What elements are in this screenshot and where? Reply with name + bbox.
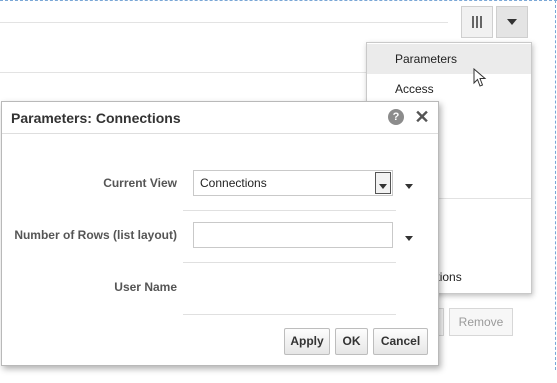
num-rows-options-button[interactable] — [404, 233, 414, 241]
remove-button[interactable]: Remove — [449, 308, 513, 336]
chevron-down-icon — [379, 184, 387, 189]
current-view-select[interactable]: Connections — [193, 170, 393, 196]
menu-item-access[interactable]: Access — [367, 74, 531, 104]
num-rows-input[interactable] — [193, 222, 393, 248]
row-separator — [183, 314, 396, 315]
background-divider — [0, 72, 366, 73]
help-icon[interactable]: ? — [388, 109, 404, 125]
menu-item-parameters[interactable]: Parameters — [367, 44, 531, 74]
close-icon[interactable]: ✕ — [414, 107, 430, 127]
mouse-cursor-icon — [473, 68, 487, 87]
parameters-dialog: Parameters: Connections ? ✕ Current View… — [1, 101, 439, 366]
apply-button[interactable]: Apply — [284, 328, 330, 355]
page-top-border — [0, 0, 557, 2]
current-view-value: Connections — [200, 176, 267, 190]
user-name-label: User Name — [114, 280, 177, 294]
page-right-border — [554, 0, 556, 370]
current-view-options-button[interactable] — [404, 181, 414, 189]
background-divider — [0, 22, 448, 23]
row-separator — [183, 262, 396, 263]
chevron-down-icon — [405, 184, 413, 189]
row-separator — [183, 210, 396, 211]
dialog-title: Parameters: Connections — [11, 110, 181, 126]
columns-icon — [472, 16, 482, 28]
chevron-down-icon — [405, 236, 413, 241]
view-menu-button[interactable] — [496, 6, 528, 38]
columns-button[interactable] — [461, 6, 493, 38]
num-rows-label: Number of Rows (list layout) — [14, 228, 177, 242]
current-view-label: Current View — [103, 176, 177, 190]
cancel-button[interactable]: Cancel — [373, 328, 428, 355]
chevron-down-icon — [507, 19, 517, 25]
select-dropdown-button[interactable] — [375, 172, 391, 194]
dialog-header: Parameters: Connections ? ✕ — [2, 102, 438, 134]
ok-button[interactable]: OK — [335, 328, 368, 355]
